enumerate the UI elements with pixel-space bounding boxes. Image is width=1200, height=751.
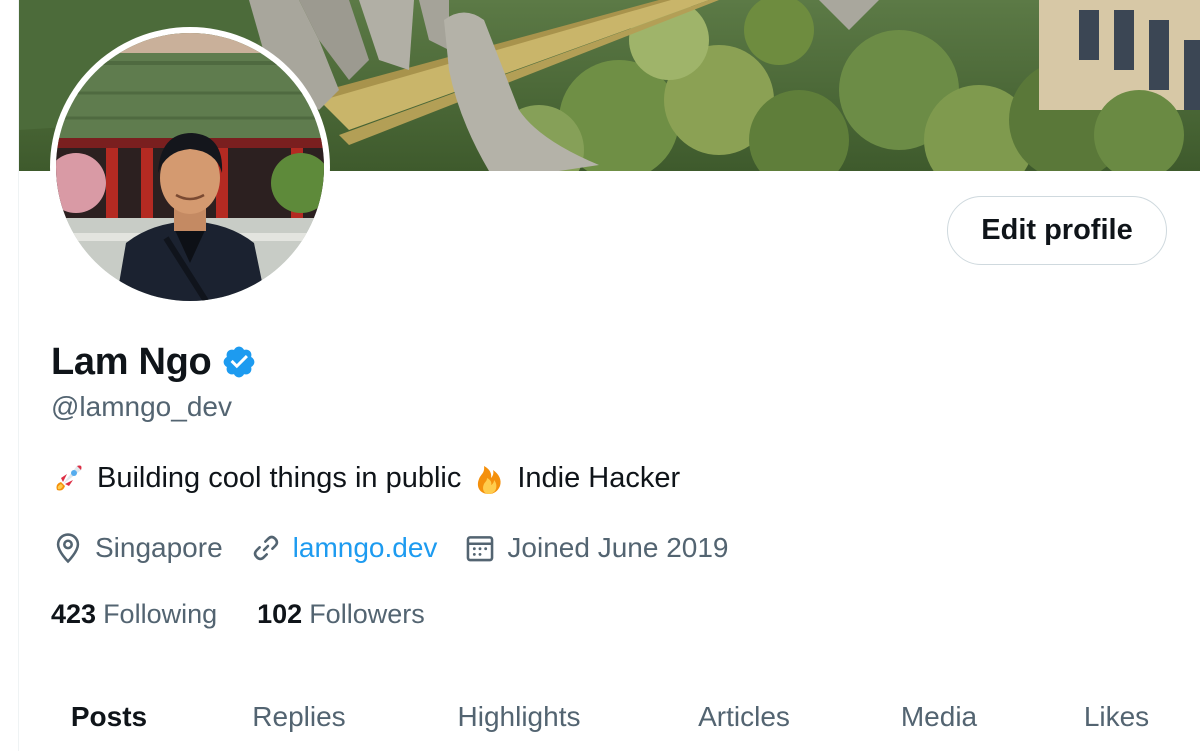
tab-media[interactable]: Media: [884, 682, 994, 751]
followers-count: 102: [257, 598, 303, 629]
profile-bio: Building cool things in public Indie Hac…: [51, 460, 680, 496]
website-link[interactable]: lamngo.dev: [293, 532, 438, 564]
avatar[interactable]: [56, 33, 324, 301]
following-count: 423: [51, 598, 97, 629]
followers-label: Followers: [309, 598, 425, 629]
profile-meta-row: Singapore lamngo.dev Joined June 2019: [51, 527, 755, 569]
profile-name-row: Lam Ngo: [51, 338, 257, 386]
column-divider: [18, 0, 19, 751]
tab-replies[interactable]: Replies: [234, 682, 364, 751]
bio-text-2: Indie Hacker: [517, 461, 681, 494]
profile-tabs: Posts Replies Highlights Articles Media …: [19, 682, 1200, 751]
location-text: Singapore: [95, 532, 223, 563]
tab-likes[interactable]: Likes: [1069, 682, 1164, 751]
bio-text-1: Building cool things in public: [97, 461, 462, 494]
following-link[interactable]: 423 Following: [51, 599, 217, 630]
avatar-border: [50, 27, 330, 307]
profile-page: Edit profile Lam Ngo @lamngo_dev Buildin…: [0, 0, 1200, 751]
rocket-emoji-icon: [51, 460, 87, 496]
joined-item: Joined June 2019: [463, 531, 729, 565]
fire-emoji-icon: [471, 460, 507, 496]
following-label: Following: [103, 598, 218, 629]
tab-highlights[interactable]: Highlights: [439, 682, 599, 751]
tab-posts[interactable]: Posts: [49, 682, 169, 751]
profile-stats-row: 423 Following 102 Followers: [51, 594, 465, 634]
verified-badge-icon[interactable]: [221, 344, 257, 380]
calendar-icon: [463, 531, 497, 565]
tab-articles[interactable]: Articles: [679, 682, 809, 751]
edit-profile-button[interactable]: Edit profile: [947, 196, 1167, 265]
link-icon: [249, 531, 283, 565]
joined-text: Joined June 2019: [507, 532, 729, 563]
location-pin-icon: [51, 531, 85, 565]
display-name: Lam Ngo: [51, 340, 212, 383]
location-item: Singapore: [51, 531, 223, 565]
website-item[interactable]: lamngo.dev: [249, 531, 438, 565]
followers-link[interactable]: 102 Followers: [257, 599, 425, 630]
profile-handle: @lamngo_dev: [51, 391, 232, 422]
